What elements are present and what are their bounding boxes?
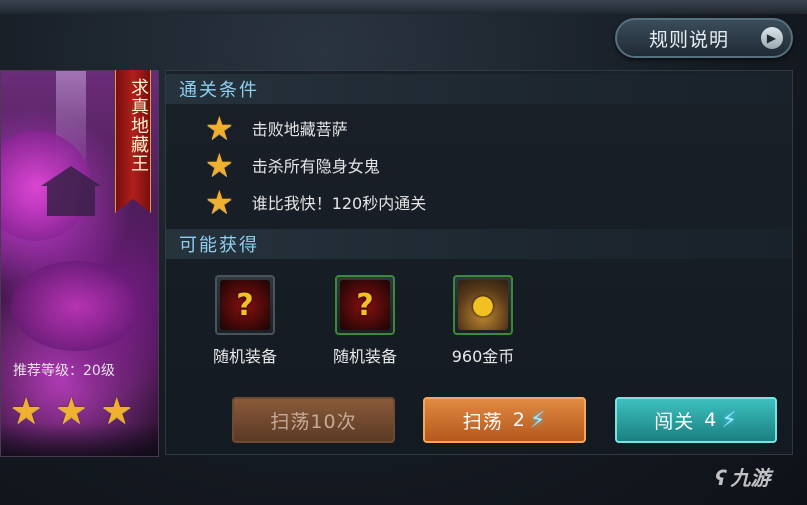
star-icon: ★ — [205, 183, 234, 221]
watermark-text: 九游 — [730, 466, 771, 490]
reward-item[interactable]: ● 960金币 — [443, 275, 523, 367]
reward-label: 随机装备 — [332, 347, 397, 366]
sweep-label: 扫荡 — [462, 410, 503, 433]
question-mark-icon: ? — [220, 280, 270, 330]
star-icon: ★ — [100, 391, 133, 432]
recommended-level: 推荐等级：20级 — [13, 363, 115, 379]
reward-label: 随机装备 — [212, 347, 277, 366]
watermark: ʕ 九游 — [715, 462, 770, 491]
purple-tree — [11, 261, 141, 351]
arrow-right-icon: ▶ — [761, 27, 783, 49]
rewards-title: 可能获得 — [179, 235, 259, 256]
sweep-10-button[interactable]: 扫荡10次 — [232, 397, 395, 443]
sweep-cost: 2 — [512, 409, 526, 431]
condition-row: ★ 击杀所有隐身女鬼 — [205, 149, 380, 181]
stage-name: 求真地藏王 — [128, 78, 149, 173]
sweep-button[interactable]: 扫荡 2 ⚡ — [423, 397, 586, 443]
condition-row: ★ 击败地藏菩萨 — [205, 112, 348, 144]
rules-button-label: 规则说明 — [649, 28, 730, 51]
challenge-label: 闯关 — [654, 410, 695, 433]
condition-text: 谁比我快！120秒内通关 — [251, 194, 427, 213]
rules-button[interactable]: 规则说明 ▶ — [615, 18, 793, 58]
star-icon: ★ — [205, 109, 234, 147]
reward-item[interactable]: ? 随机装备 — [325, 275, 405, 367]
star-icon: ★ — [55, 391, 88, 432]
star-icon: ★ — [10, 391, 43, 432]
energy-bolt-icon: ⚡ — [529, 407, 547, 433]
gold-coins-icon: ● — [458, 280, 508, 330]
sweep-10-label: 扫荡10次 — [270, 410, 357, 433]
condition-text: 击杀所有隐身女鬼 — [251, 157, 380, 176]
star-icon: ★ — [205, 146, 234, 184]
reward-label: 960金币 — [451, 347, 515, 366]
top-frame — [0, 0, 807, 14]
challenge-button[interactable]: 闯关 4 ⚡ — [615, 397, 777, 443]
stage-star-rating: ★ ★ ★ — [10, 394, 133, 430]
conditions-title: 通关条件 — [179, 80, 259, 101]
reward-item[interactable]: ? 随机装备 — [205, 275, 285, 367]
nine-game-logo-icon: ʕ — [715, 466, 727, 490]
question-mark-icon: ? — [340, 280, 390, 330]
challenge-cost: 4 — [704, 409, 718, 431]
condition-text: 击败地藏菩萨 — [251, 120, 348, 139]
condition-row: ★ 谁比我快！120秒内通关 — [205, 186, 426, 218]
conditions-header: 通关条件 — [166, 74, 792, 104]
energy-bolt-icon: ⚡ — [721, 407, 738, 433]
rewards-header: 可能获得 — [166, 229, 792, 259]
